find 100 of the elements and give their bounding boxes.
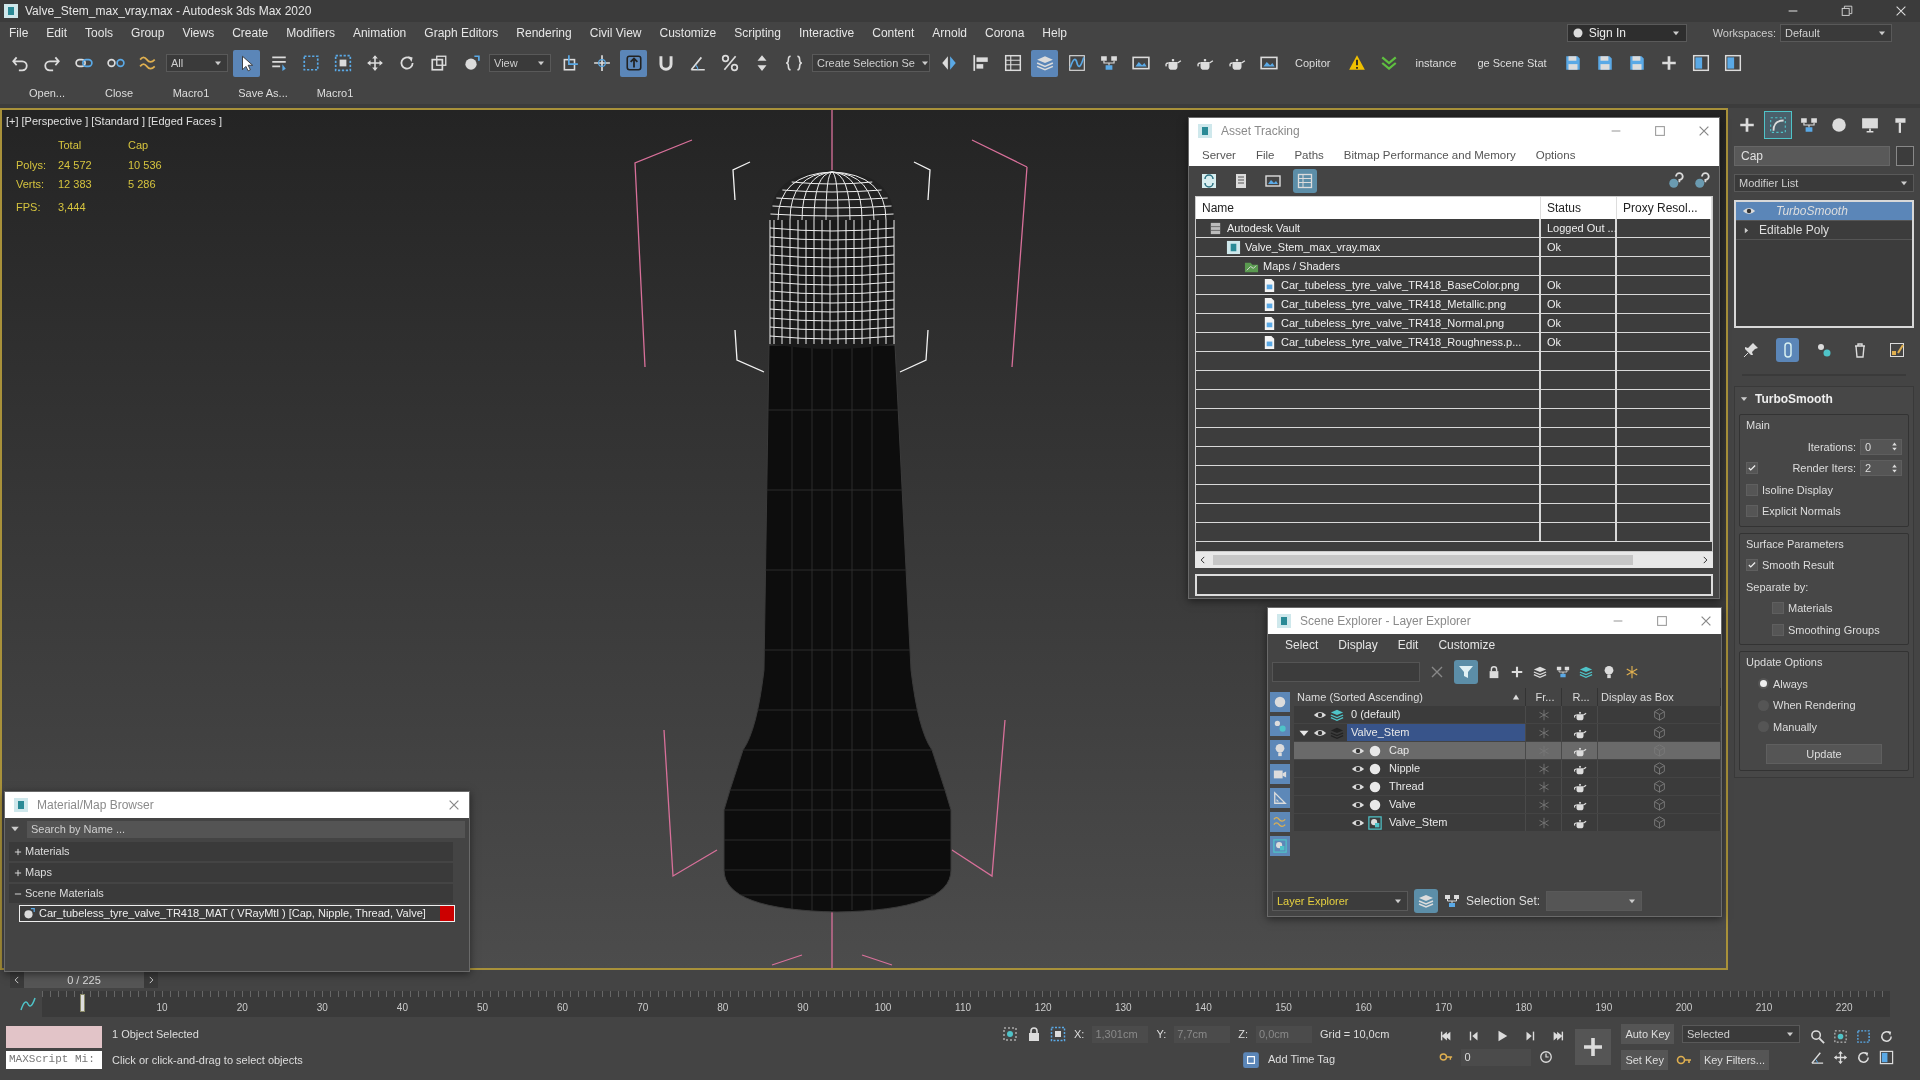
checkbox-label[interactable]: Isoline Display — [1762, 481, 1833, 498]
toolbar-dropdown[interactable]: All — [166, 54, 228, 72]
toolbar-dropdown[interactable]: View — [489, 54, 551, 72]
sign-in-dropdown[interactable]: Sign In — [1566, 24, 1687, 42]
column-header[interactable]: Name (Sorted Ascending) — [1297, 688, 1423, 706]
menu-item[interactable]: Interactive — [789, 23, 864, 43]
asset-name[interactable]: Maps / Shaders — [1263, 257, 1341, 275]
menu-item[interactable]: Edit — [1388, 635, 1428, 655]
menu-item[interactable]: Server — [1193, 145, 1245, 165]
category-header[interactable]: Materials — [9, 842, 453, 861]
asset-name[interactable]: Car_tubeless_tyre_valve_TR418_Normal.png — [1281, 314, 1505, 332]
menu-item[interactable]: Content — [863, 23, 924, 43]
viewport-menu-label[interactable]: [+] — [6, 113, 19, 130]
macro-button[interactable]: Macro1 — [300, 84, 370, 102]
material-item[interactable]: Car_tubeless_tyre_valve_TR418_MAT ( VRayMtl ) [Cap, Nipple, Thread, Valve] — [19, 905, 455, 922]
category-header[interactable]: Scene Materials — [9, 884, 453, 903]
menu-item[interactable]: Bitmap Performance and Memory — [1334, 145, 1525, 165]
object-name[interactable]: Thread — [1385, 778, 1428, 795]
checkbox-label[interactable]: Explicit Normals — [1762, 503, 1841, 520]
object-name-field[interactable]: Cap — [1734, 146, 1890, 166]
frame-number: 210 — [1755, 1001, 1773, 1015]
asset-name[interactable]: Valve_Stem_max_vray.max — [1245, 238, 1381, 256]
macro-button[interactable]: Open... — [12, 84, 82, 102]
column-header[interactable]: Display as Box — [1601, 688, 1674, 706]
menu-item[interactable]: Corona — [975, 23, 1034, 43]
menu-item[interactable]: Customize — [650, 23, 726, 43]
listener-input[interactable]: MAXScript Mi: — [6, 1050, 102, 1069]
menu-item[interactable]: Civil View — [580, 23, 651, 43]
checkbox-label[interactable]: Smoothing Groups — [1788, 621, 1880, 638]
layer-name[interactable]: Valve_Stem — [1347, 724, 1525, 741]
category-header[interactable]: Maps — [9, 863, 453, 882]
asset-name[interactable]: Autodesk Vault — [1227, 219, 1301, 237]
menu-item[interactable]: Arnold — [923, 23, 976, 43]
menu-item[interactable]: File — [0, 23, 38, 43]
modifier-stack[interactable]: TurboSmooth Editable Poly — [1734, 200, 1914, 328]
group-title: Main — [1746, 418, 1771, 433]
radio-label[interactable]: Always — [1773, 675, 1808, 692]
spinner-field[interactable]: 0 — [1860, 438, 1902, 455]
menu-item[interactable]: Customize — [1429, 635, 1505, 655]
menu-item[interactable]: Paths — [1285, 145, 1333, 165]
radio-label[interactable]: When Rendering — [1773, 697, 1856, 714]
menu-item[interactable]: Views — [173, 23, 224, 43]
macro-button[interactable]: Save As... — [228, 84, 298, 102]
checkbox-label[interactable]: Smooth Result — [1762, 557, 1835, 574]
toolbar-dropdown[interactable]: Create Selection Se — [812, 54, 930, 72]
frame-field[interactable]: 0 — [1461, 1048, 1532, 1066]
set-key-mode-button[interactable]: Set Key — [1621, 1050, 1668, 1070]
object-name[interactable]: Nipple — [1385, 760, 1425, 777]
explorer-dropdown[interactable]: Layer Explorer — [1272, 891, 1408, 911]
menu-item[interactable]: Group — [122, 23, 174, 43]
search-field[interactable]: Search by Name ... — [27, 820, 465, 838]
stats-header: Cap — [128, 138, 150, 153]
stack-item[interactable]: Editable Poly — [1736, 221, 1912, 240]
checkbox-label[interactable]: Materials — [1788, 600, 1833, 617]
object-name[interactable]: Valve — [1385, 796, 1420, 813]
radio-label[interactable]: Manually — [1773, 718, 1818, 735]
menu-item[interactable]: Scripting — [725, 23, 790, 43]
layer-name[interactable]: 0 (default) — [1347, 706, 1405, 723]
auto-key-button[interactable]: Auto Key — [1621, 1024, 1674, 1044]
column-header[interactable]: Name — [1202, 199, 1234, 217]
frame-number: 10 — [156, 1001, 168, 1015]
column-header[interactable]: Status — [1547, 199, 1582, 217]
asset-name[interactable]: Car_tubeless_tyre_valve_TR418_BaseColor.png — [1281, 276, 1520, 294]
viewport-menu-label[interactable]: [Edged Faces ] — [148, 113, 222, 130]
column-header[interactable]: Proxy Resol... — [1623, 199, 1698, 217]
viewport-menu-label[interactable]: [Perspective ] — [21, 113, 89, 130]
key-mode-dropdown[interactable]: Selected — [1682, 1025, 1800, 1043]
menu-item[interactable]: Create — [223, 23, 278, 43]
update-button[interactable]: Update — [1766, 744, 1882, 764]
menu-item[interactable]: Display — [1329, 635, 1387, 655]
menu-item[interactable]: Rendering — [507, 23, 581, 43]
selection-set-label: Selection Set: — [1466, 893, 1541, 910]
key-filters-button[interactable]: Key Filters... — [1699, 1050, 1770, 1070]
toolbar-label: ge Scene Stat — [1476, 55, 1548, 71]
asset-name[interactable]: Car_tubeless_tyre_valve_TR418_Roughness.p... — [1281, 333, 1522, 351]
column-header[interactable]: R... — [1572, 688, 1590, 706]
rollout-title: TurboSmooth — [1755, 391, 1833, 408]
asset-name[interactable]: Car_tubeless_tyre_valve_TR418_Metallic.png — [1281, 295, 1506, 313]
object-name[interactable]: Valve_Stem — [1385, 814, 1452, 831]
menu-item[interactable]: Animation — [343, 23, 416, 43]
modifier-list-dropdown[interactable]: Modifier List — [1734, 174, 1914, 192]
menu-item[interactable]: Graph Editors — [415, 23, 508, 43]
menu-item[interactable]: Modifiers — [277, 23, 344, 43]
menu-item[interactable]: Tools — [76, 23, 123, 43]
menu-item[interactable]: File — [1246, 145, 1284, 165]
workspace-dropdown[interactable]: Default — [1780, 24, 1892, 42]
menu-item[interactable]: Options — [1526, 145, 1585, 165]
spinner-field[interactable]: 2 — [1860, 460, 1902, 477]
track-bar[interactable]: 10 20 30 40 50 60 70 80 90 100 110 120 130 140 150 160 170 180 190 200 210 220 — [42, 991, 1890, 1017]
tree-row[interactable]: Cap — [1294, 742, 1721, 760]
menu-item[interactable]: Help — [1033, 23, 1076, 43]
macro-button[interactable]: Macro1 — [156, 84, 226, 102]
object-name[interactable]: Cap — [1385, 742, 1414, 759]
viewport-menu-label[interactable]: [Standard ] — [91, 113, 145, 130]
window-title: Asset Tracking — [1221, 123, 1300, 140]
menu-item[interactable]: Edit — [37, 23, 77, 43]
menu-item[interactable]: Select — [1276, 635, 1328, 655]
macro-button[interactable]: Close — [84, 84, 154, 102]
add-time-tag-label[interactable]: Add Time Tag — [1268, 1051, 1336, 1068]
column-header[interactable]: Fr... — [1535, 688, 1555, 706]
